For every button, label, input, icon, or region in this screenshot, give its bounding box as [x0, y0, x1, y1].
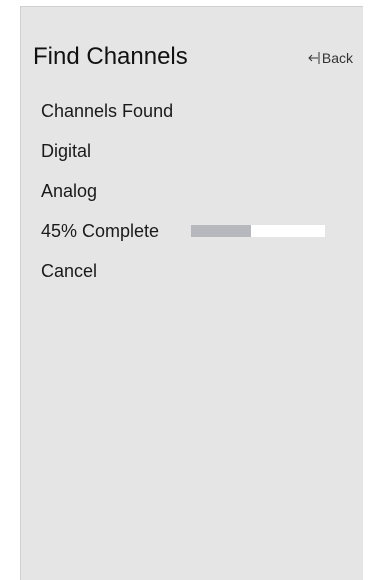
progress-bar — [191, 225, 325, 237]
page-title: Find Channels — [33, 43, 188, 70]
progress-bar-fill — [191, 225, 252, 237]
channel-scan-menu: Channels Found Digital Analog 45% Comple… — [41, 91, 353, 291]
digital-label: Digital — [41, 140, 92, 161]
find-channels-panel: Find Channels Back Channels Found Digita… — [20, 6, 363, 580]
back-label: Back — [321, 50, 353, 66]
header: Find Channels Back — [33, 41, 353, 77]
channels-found-label: Channels Found — [41, 100, 174, 121]
back-arrow-icon — [308, 51, 320, 65]
back-button[interactable]: Back — [308, 49, 353, 67]
progress-label: 45% Complete — [41, 220, 160, 241]
cancel-button[interactable]: Cancel — [41, 251, 353, 291]
progress-row: 45% Complete — [41, 211, 353, 251]
analog-label: Analog — [41, 180, 98, 201]
